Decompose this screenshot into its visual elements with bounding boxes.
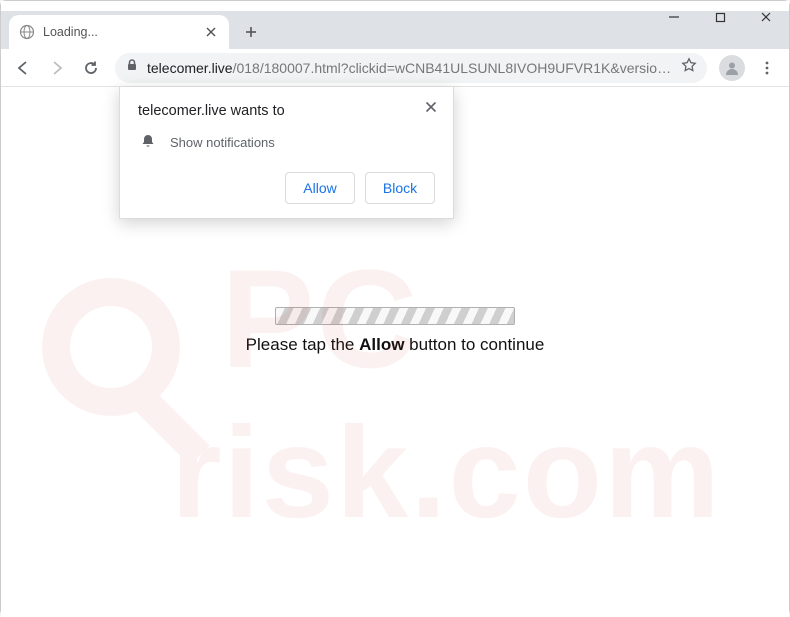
menu-button[interactable] [751, 52, 783, 84]
reload-button[interactable] [75, 52, 107, 84]
window-close-button[interactable] [743, 1, 789, 33]
permission-item: Show notifications [138, 133, 435, 152]
back-button[interactable] [7, 52, 39, 84]
permission-dialog: telecomer.live wants to Show notificatio… [119, 87, 454, 219]
permission-close-button[interactable] [421, 97, 441, 117]
bookmark-star-icon[interactable] [681, 57, 697, 78]
url-host: telecomer.live [147, 60, 233, 76]
browser-toolbar: telecomer.live/018/180007.html?clickid=w… [1, 49, 789, 87]
permission-actions: Allow Block [138, 172, 435, 204]
msg-pre: Please tap the [246, 335, 359, 354]
lock-icon [125, 58, 139, 77]
profile-avatar[interactable] [719, 55, 745, 81]
page-message: Please tap the Allow button to continue [246, 335, 545, 355]
new-tab-button[interactable] [237, 18, 265, 46]
globe-icon [19, 24, 35, 40]
permission-title: telecomer.live wants to [138, 103, 435, 119]
block-button[interactable]: Block [365, 172, 435, 204]
msg-post: button to continue [404, 335, 544, 354]
msg-bold: Allow [359, 335, 404, 354]
url-path: /018/180007.html?clickid=wCNB41ULSUNL8IV… [233, 60, 673, 76]
maximize-button[interactable] [697, 1, 743, 33]
permission-item-label: Show notifications [170, 135, 275, 150]
tab-title: Loading... [43, 25, 98, 39]
fake-progress-bar [275, 307, 515, 325]
allow-button[interactable]: Allow [285, 172, 355, 204]
address-bar[interactable]: telecomer.live/018/180007.html?clickid=w… [115, 53, 707, 83]
tab-close-button[interactable] [203, 24, 219, 40]
page-content: Please tap the Allow button to continue … [1, 87, 789, 617]
minimize-button[interactable] [651, 1, 697, 33]
bell-icon [140, 133, 156, 152]
browser-tab[interactable]: Loading... [9, 15, 229, 49]
url-text: telecomer.live/018/180007.html?clickid=w… [147, 60, 673, 76]
window-controls [651, 1, 789, 33]
forward-button[interactable] [41, 52, 73, 84]
